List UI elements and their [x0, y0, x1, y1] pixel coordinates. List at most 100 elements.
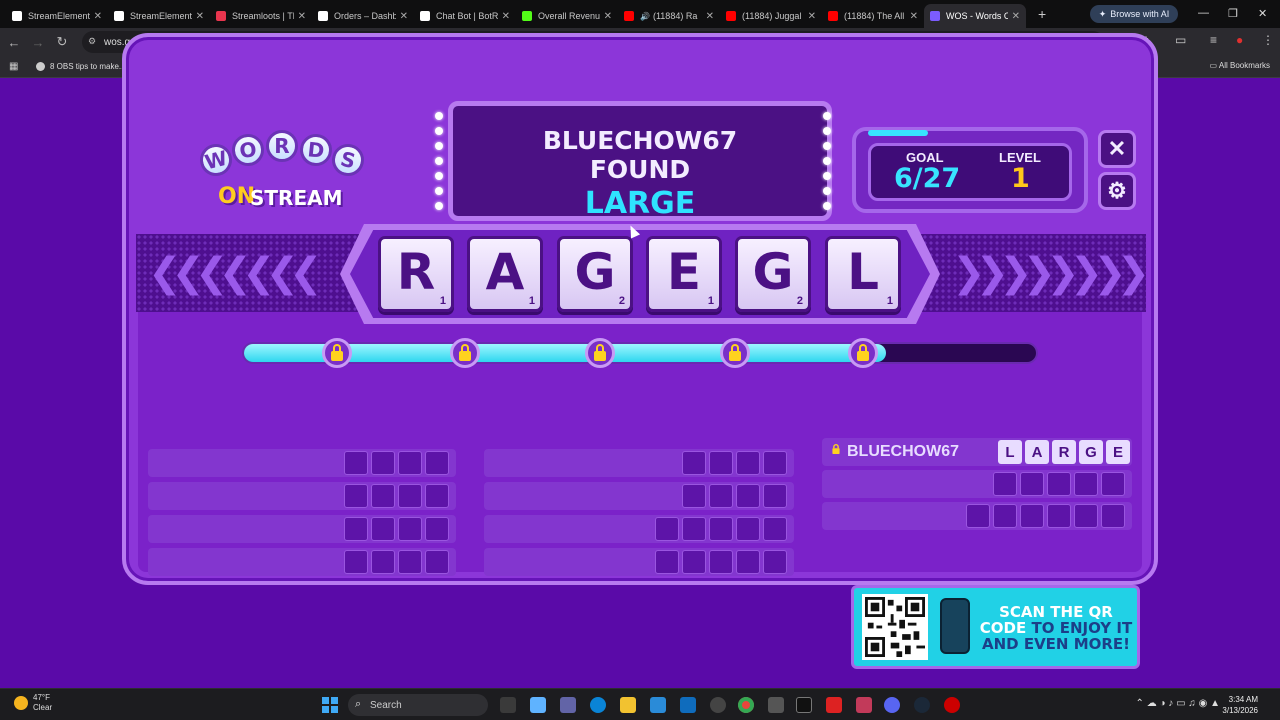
tile-letter: G: [574, 243, 616, 301]
site-info-icon[interactable]: ⚙: [88, 36, 96, 47]
found-word-row: BLUECHOW67 L A R G E: [822, 438, 1132, 466]
weather-widget[interactable]: 47°F Clear: [14, 693, 52, 713]
tab-close-icon[interactable]: ✕: [298, 11, 306, 22]
menu-icon[interactable]: ⋮: [1262, 33, 1274, 47]
copilot-icon[interactable]: [530, 697, 546, 713]
tab-close-icon[interactable]: ✕: [400, 11, 408, 22]
letter-box: [709, 550, 733, 574]
close-window-icon[interactable]: ✕: [1258, 7, 1267, 20]
all-bookmarks-button[interactable]: ▭ All Bookmarks: [1210, 61, 1270, 70]
browser-tab[interactable]: (11884) The All ✕: [822, 4, 924, 28]
marquee-bulb: [823, 187, 831, 195]
settings-button[interactable]: ⚙: [1098, 172, 1136, 210]
browse-with-ai-button[interactable]: ✦ Browse with AI: [1090, 5, 1178, 23]
steam-icon[interactable]: [914, 697, 930, 713]
tab-close-icon[interactable]: ✕: [808, 11, 816, 22]
store-icon[interactable]: [650, 697, 666, 713]
letter-tile: G2: [557, 236, 633, 312]
tab-favicon: [216, 11, 226, 21]
letter-box: [1047, 472, 1071, 496]
found-word-user: BLUECHOW67: [847, 443, 960, 460]
maximize-icon[interactable]: ❐: [1228, 7, 1238, 20]
tab-close-icon[interactable]: ✕: [502, 11, 510, 22]
letter-box: [763, 550, 787, 574]
back-icon[interactable]: ←: [2, 35, 26, 50]
browser-tab[interactable]: (11884) Juggal ✕: [720, 4, 822, 28]
tab-favicon: [420, 11, 430, 21]
tab-close-icon[interactable]: ✕: [706, 11, 714, 22]
letter-box: [682, 451, 706, 475]
audio-app-icon[interactable]: [856, 697, 872, 713]
letter-box: [1074, 504, 1098, 528]
browser-tab[interactable]: WOS - Words O ✕: [924, 4, 1026, 28]
tab-close-icon[interactable]: ✕: [196, 11, 204, 22]
right-chevrons-decoration: ❯❯❯❯❯❯❯❯: [952, 250, 1150, 296]
letter-box: [398, 517, 422, 541]
teams-icon[interactable]: [560, 697, 576, 713]
minimize-icon[interactable]: —: [1198, 7, 1209, 19]
hidden-word-slot: [822, 470, 1132, 498]
letter-box: [1047, 504, 1071, 528]
windows-start-icon[interactable]: [322, 697, 338, 713]
browser-tab[interactable]: Orders – Dashb ✕: [312, 4, 414, 28]
tile-value: 1: [707, 295, 714, 307]
marquee-bulb: [823, 202, 831, 210]
tab-close-icon[interactable]: ✕: [910, 11, 918, 22]
left-chevrons-decoration: ❮❮❮❮❮❮❮: [148, 250, 323, 296]
tab-close-icon[interactable]: ✕: [94, 11, 102, 22]
browser-tab[interactable]: Chat Bot | BotR ✕: [414, 4, 516, 28]
marquee-bulb: [823, 157, 831, 165]
letter-box: [966, 504, 990, 528]
browser-tab[interactable]: StreamElements ✕: [6, 4, 108, 28]
logo-letter: O: [230, 132, 266, 168]
taskbar-search-input[interactable]: ⌕ Search: [348, 694, 488, 716]
found-letter: L: [998, 440, 1022, 464]
task-view-icon[interactable]: [500, 697, 516, 713]
profile-avatar[interactable]: ●: [1236, 33, 1243, 47]
letter-box: [344, 517, 368, 541]
discord-icon[interactable]: [884, 697, 900, 713]
found-message-marquee: BLUECHOW67 FOUND LARGE: [435, 101, 832, 221]
bookmark-item[interactable]: 8 OBS tips to make...: [36, 62, 126, 71]
sidepanel-icon[interactable]: ▭: [1175, 33, 1186, 47]
bookmark-favicon: [36, 62, 45, 71]
new-tab-button[interactable]: +: [1038, 6, 1046, 22]
speaker-icon[interactable]: 🔊: [640, 12, 650, 21]
chrome-icon[interactable]: [738, 697, 754, 713]
marquee-bulb: [435, 172, 443, 180]
app-icon[interactable]: [768, 697, 784, 713]
qr-promo-card[interactable]: SCAN THE QR CODE TO ENJOY IT AND EVEN MO…: [851, 585, 1140, 669]
terminal-icon[interactable]: [796, 697, 812, 713]
tab-close-icon[interactable]: ✕: [1012, 11, 1020, 22]
weather-sun-icon: [14, 696, 28, 710]
hidden-word-slot: [822, 502, 1132, 530]
found-letter: G: [1079, 440, 1103, 464]
browser-tab[interactable]: StreamElements ✕: [108, 4, 210, 28]
browser-tab[interactable]: 🔊 (11884) Ra ✕: [618, 4, 720, 28]
record-icon[interactable]: [944, 697, 960, 713]
found-letter: A: [1025, 440, 1049, 464]
letter-box: [655, 517, 679, 541]
found-username: BLUECHOW67: [542, 126, 738, 155]
streamlabs-icon[interactable]: [826, 697, 842, 713]
letter-tile: L1: [825, 236, 901, 312]
forward-icon[interactable]: →: [26, 35, 50, 50]
obs-icon[interactable]: [710, 697, 726, 713]
media-icon[interactable]: ≡: [1210, 33, 1217, 47]
found-letter: E: [1106, 440, 1130, 464]
edge-icon[interactable]: [590, 697, 606, 713]
reload-icon[interactable]: ↻: [50, 34, 74, 50]
close-game-button[interactable]: ✕: [1098, 130, 1136, 168]
tab-close-icon[interactable]: ✕: [604, 11, 612, 22]
hidden-word-slot: [148, 515, 456, 543]
marquee-bulb: [823, 127, 831, 135]
file-explorer-icon[interactable]: [620, 697, 636, 713]
browser-tab[interactable]: Overall Revenue ✕: [516, 4, 618, 28]
system-tray[interactable]: ⌃ ☁ ◑ ♪ ▭ ♫ ◉ ▲: [1136, 698, 1220, 709]
tile-letter: E: [666, 243, 702, 301]
lock-icon: [585, 338, 615, 368]
outlook-icon[interactable]: [680, 697, 696, 713]
browser-tab[interactable]: Streamloots | Th ✕: [210, 4, 312, 28]
taskbar-clock[interactable]: 3:34 AM 3/13/2026: [1222, 694, 1258, 716]
apps-grid-icon[interactable]: ▦: [9, 61, 18, 72]
